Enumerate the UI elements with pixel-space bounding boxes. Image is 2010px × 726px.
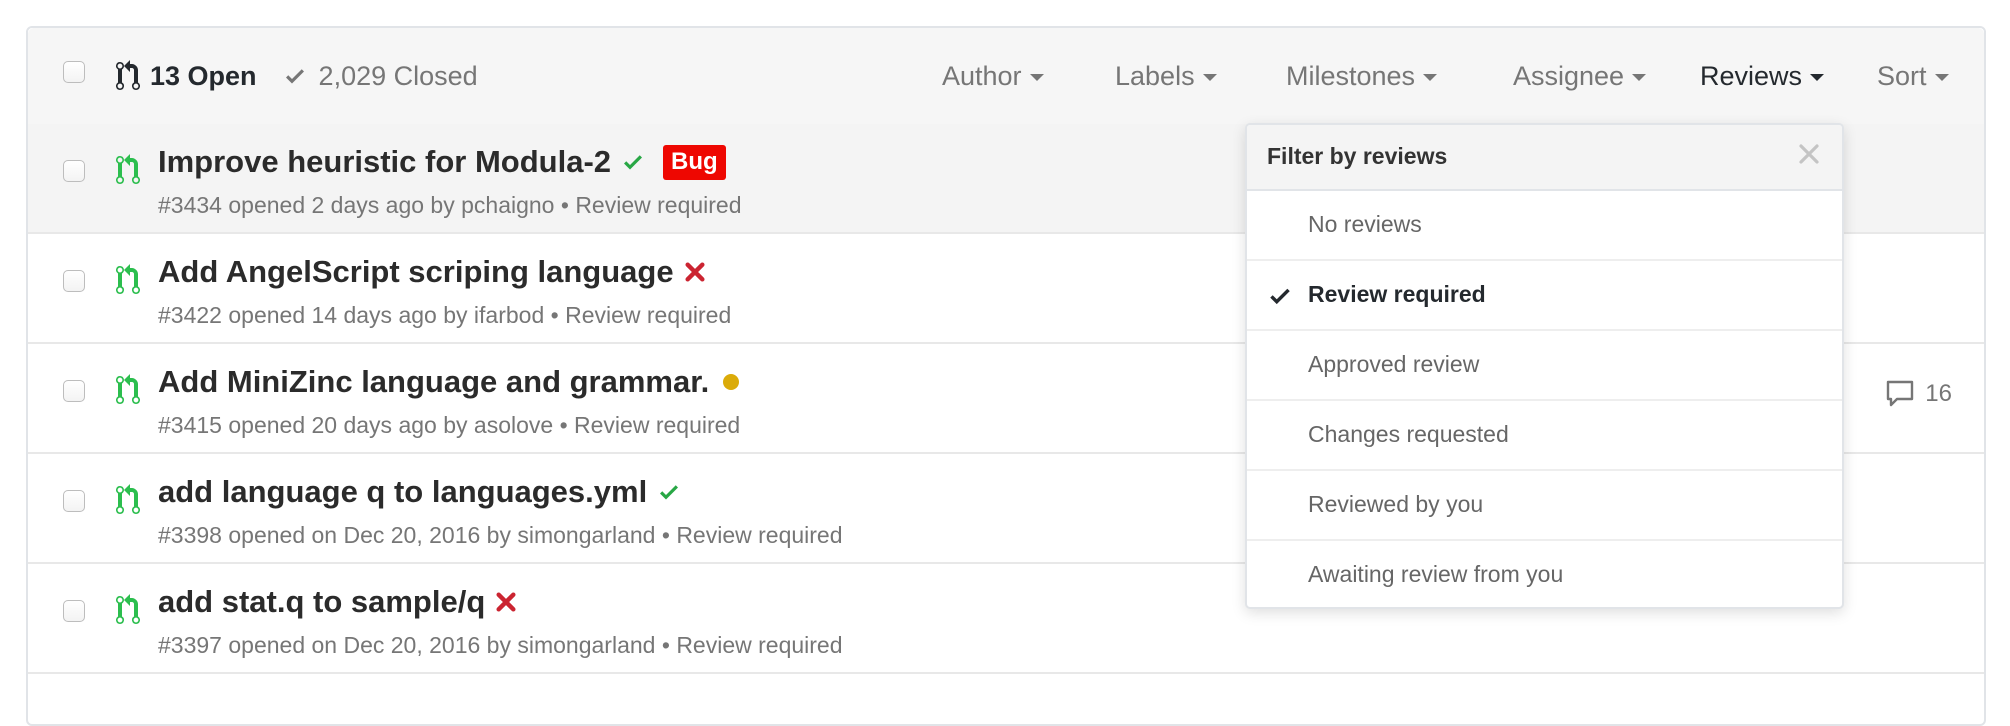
review-status[interactable]: Review required xyxy=(676,632,842,658)
status-failure[interactable] xyxy=(495,591,517,613)
row-checkbox[interactable] xyxy=(63,380,85,402)
reviews-filter[interactable]: Reviews xyxy=(1700,58,1825,94)
caret-down-icon xyxy=(1423,74,1438,81)
open-pull-request-icon xyxy=(116,594,140,624)
sort-filter-label: Sort xyxy=(1877,60,1927,91)
list-header: 13 Open 2,029 Closed Author Labels Miles… xyxy=(28,28,1984,126)
comment-count: 16 xyxy=(1925,380,1952,407)
dropdown-item-label: Changes requested xyxy=(1308,421,1509,447)
filter-bar: Author Labels Milestones Assignee Review… xyxy=(28,58,1984,94)
open-pull-request-icon xyxy=(116,374,140,404)
separator: • xyxy=(661,632,670,658)
dropdown-item-awaiting-review-from-you[interactable]: Awaiting review from you xyxy=(1247,541,1842,607)
pull-request-title[interactable]: add language q to languages.yml xyxy=(158,474,647,510)
status-failure[interactable] xyxy=(684,261,706,283)
author-filter-label: Author xyxy=(942,60,1022,91)
reviews-dropdown-menu: Filter by reviews No reviews Review requ… xyxy=(1245,123,1844,609)
pull-request-meta: #3397 opened on Dec 20, 2016 by simongar… xyxy=(158,632,843,659)
pr-number: #3398 xyxy=(158,522,222,548)
status-success[interactable] xyxy=(621,150,645,174)
author-link[interactable]: ifarbod xyxy=(474,302,544,328)
pr-number: #3415 xyxy=(158,412,222,438)
milestones-filter-label: Milestones xyxy=(1286,60,1416,91)
dropdown-item-reviewed-by-you[interactable]: Reviewed by you xyxy=(1247,471,1842,541)
milestones-filter[interactable]: Milestones xyxy=(1286,58,1438,94)
pr-number: #3434 xyxy=(158,192,222,218)
separator: • xyxy=(559,412,568,438)
labels-filter[interactable]: Labels xyxy=(1115,58,1217,94)
pr-number: #3422 xyxy=(158,302,222,328)
separator: • xyxy=(661,522,670,548)
status-pending-dot-icon[interactable] xyxy=(723,374,740,390)
dropdown-item-label: Awaiting review from you xyxy=(1308,561,1564,587)
dropdown-item-no-reviews[interactable]: No reviews xyxy=(1247,191,1842,261)
dropdown-item-label: Approved review xyxy=(1308,351,1480,377)
checkmark-icon xyxy=(1270,288,1290,305)
opened-text: opened 2 days ago by xyxy=(228,192,455,218)
opened-text: opened 20 days ago by xyxy=(228,412,468,438)
labels-filter-label: Labels xyxy=(1115,60,1195,91)
pull-request-meta: #3434 opened 2 days ago by pchaigno • Re… xyxy=(158,192,742,219)
x-icon xyxy=(685,262,705,282)
row-checkbox[interactable] xyxy=(63,490,85,512)
check-icon xyxy=(624,155,643,170)
caret-down-icon xyxy=(1029,74,1044,81)
dropdown-header: Filter by reviews xyxy=(1247,125,1842,191)
dropdown-item-label: Review required xyxy=(1308,281,1486,307)
x-icon xyxy=(496,592,516,612)
opened-text: opened on Dec 20, 2016 by xyxy=(228,632,511,658)
caret-down-icon xyxy=(1810,74,1825,81)
check-icon xyxy=(660,485,679,500)
pull-request-meta: #3398 opened on Dec 20, 2016 by simongar… xyxy=(158,522,843,549)
separator: • xyxy=(560,192,569,218)
label-bug[interactable]: Bug xyxy=(663,144,726,180)
sort-filter[interactable]: Sort xyxy=(1877,58,1949,94)
pull-request-title[interactable]: Add MiniZinc language and grammar. xyxy=(158,364,709,400)
dropdown-item-changes-requested[interactable]: Changes requested xyxy=(1247,401,1842,471)
pull-request-title[interactable]: Improve heuristic for Modula-2 xyxy=(158,144,611,180)
assignee-filter[interactable]: Assignee xyxy=(1513,58,1647,94)
review-status[interactable]: Review required xyxy=(676,522,842,548)
dropdown-item-review-required[interactable]: Review required xyxy=(1247,261,1842,331)
dropdown-title: Filter by reviews xyxy=(1267,143,1448,169)
author-link[interactable]: simongarland xyxy=(517,632,655,658)
close-icon[interactable] xyxy=(1794,139,1824,169)
pull-request-meta: #3422 opened 14 days ago by ifarbod • Re… xyxy=(158,302,731,329)
status-success[interactable] xyxy=(657,480,681,504)
review-status[interactable]: Review required xyxy=(574,412,740,438)
opened-text: opened 14 days ago by xyxy=(228,302,468,328)
caret-down-icon xyxy=(1632,74,1647,81)
comments-link[interactable]: 16 xyxy=(1885,380,1952,408)
caret-down-icon xyxy=(1934,74,1949,81)
author-link[interactable]: pchaigno xyxy=(461,192,554,218)
row-checkbox[interactable] xyxy=(63,160,85,182)
separator: • xyxy=(550,302,559,328)
review-status[interactable]: Review required xyxy=(575,192,741,218)
dropdown-item-label: Reviewed by you xyxy=(1308,491,1484,517)
dropdown-item-approved-review[interactable]: Approved review xyxy=(1247,331,1842,401)
comment-icon xyxy=(1887,380,1914,407)
row-checkbox[interactable] xyxy=(63,600,85,622)
open-pull-request-icon xyxy=(116,484,140,514)
review-status[interactable]: Review required xyxy=(565,302,731,328)
pull-request-meta: #3415 opened 20 days ago by asolove • Re… xyxy=(158,412,740,439)
pull-request-title[interactable]: add stat.q to sample/q xyxy=(158,584,485,620)
author-link[interactable]: simongarland xyxy=(517,522,655,548)
author-filter[interactable]: Author xyxy=(942,58,1044,94)
open-pull-request-icon xyxy=(116,264,140,294)
opened-text: opened on Dec 20, 2016 by xyxy=(228,522,511,548)
dropdown-item-label: No reviews xyxy=(1308,211,1422,237)
row-checkbox[interactable] xyxy=(63,270,85,292)
open-pull-request-icon xyxy=(116,154,140,185)
author-link[interactable]: asolove xyxy=(474,412,553,438)
caret-down-icon xyxy=(1202,74,1217,81)
assignee-filter-label: Assignee xyxy=(1513,60,1625,91)
reviews-filter-label: Reviews xyxy=(1700,60,1803,91)
pull-request-title[interactable]: Add AngelScript scriping language xyxy=(158,254,674,290)
pull-request-list: 13 Open 2,029 Closed Author Labels Miles… xyxy=(26,26,1986,726)
pr-number: #3397 xyxy=(158,632,222,658)
